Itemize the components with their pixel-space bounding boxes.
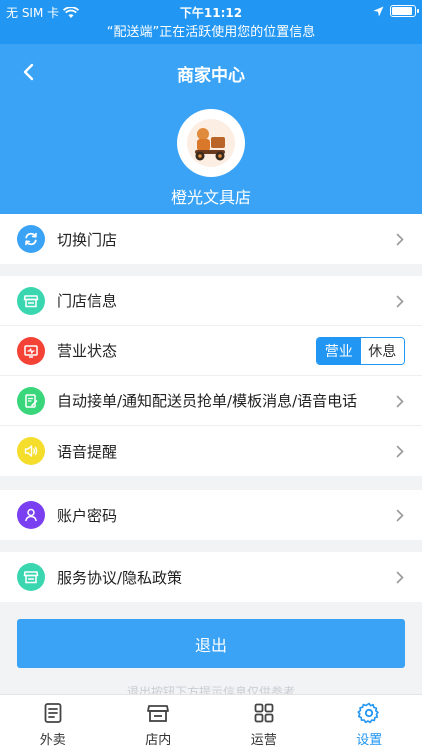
location-banner[interactable]: “配送端”正在活跃使用您的位置信息: [0, 24, 422, 44]
status-time: 下午11:12: [179, 6, 243, 20]
business-status-label: 营业状态: [57, 342, 118, 360]
switch-store-row[interactable]: 切换门店: [0, 214, 422, 264]
account-password-row[interactable]: 账户密码: [0, 490, 422, 540]
header: 商家中心 橙光文具店: [0, 44, 422, 214]
business-status-toggle[interactable]: 营业 休息: [316, 337, 405, 365]
logout-button[interactable]: 退出: [17, 619, 405, 668]
store-info-row[interactable]: 门店信息: [0, 276, 422, 326]
chevron-right-icon: [396, 571, 404, 584]
tab-in-store-label: 店内: [145, 733, 172, 748]
auto-order-row[interactable]: 自动接单/通知配送员抢单/模板消息/语音电话: [0, 376, 422, 426]
tab-in-store[interactable]: 店内: [106, 695, 212, 750]
service-agreement-label: 服务协议/隐私政策: [57, 568, 183, 587]
section-switch-store: 切换门店: [0, 214, 422, 264]
voice-reminder-row[interactable]: 语音提醒: [0, 426, 422, 476]
grid-icon: [254, 703, 274, 723]
chevron-right-icon: [396, 295, 404, 308]
battery-fill: [392, 7, 412, 15]
account-password-label: 账户密码: [57, 506, 118, 525]
switch-store-label: 切换门店: [57, 230, 118, 249]
section-store-settings: 门店信息 营业状态 营业 休息 自动接单/通知配送员抢单/模板消息/语音电话 语…: [0, 276, 422, 476]
chevron-right-icon: [396, 395, 404, 408]
store-name: 橙光文具店: [170, 188, 251, 207]
status-bar: 无 SIM 卡 下午11:12: [0, 0, 422, 24]
page-title: 商家中心: [177, 66, 245, 86]
edit-document-icon: [17, 386, 45, 415]
battery-icon: [390, 5, 419, 17]
tab-settings-label: 设置: [356, 733, 383, 748]
auto-order-label: 自动接单/通知配送员抢单/模板消息/语音电话: [57, 392, 358, 410]
tab-settings[interactable]: 设置: [317, 695, 422, 750]
status-monitor-icon: [17, 336, 45, 365]
chevron-right-icon: [396, 509, 404, 522]
tab-operations[interactable]: 运营: [211, 695, 317, 750]
delivery-rider-logo-icon: [187, 119, 235, 167]
speaker-icon: [17, 437, 45, 465]
tab-bar: 外卖 店内 运营 设置: [0, 694, 422, 750]
storefront-icon: [17, 286, 45, 315]
section-account: 账户密码: [0, 490, 422, 540]
document-icon: [44, 703, 62, 723]
refresh-icon: [17, 225, 45, 253]
voice-reminder-label: 语音提醒: [57, 442, 118, 461]
status-open-option[interactable]: 营业: [317, 338, 361, 364]
business-status-row: 营业状态 营业 休息: [0, 326, 422, 376]
store-info-label: 门店信息: [57, 292, 118, 310]
chevron-right-icon: [396, 233, 404, 246]
user-icon: [17, 501, 45, 529]
service-agreement-row[interactable]: 服务协议/隐私政策: [0, 552, 422, 602]
agreement-icon: [17, 563, 45, 591]
section-agreement: 服务协议/隐私政策: [0, 552, 422, 602]
tab-operations-label: 运营: [250, 733, 277, 748]
store-avatar[interactable]: [177, 109, 245, 177]
store-icon: [147, 705, 170, 722]
status-rest-option[interactable]: 休息: [360, 338, 404, 364]
status-right: [373, 5, 419, 17]
tab-takeaway-label: 外卖: [39, 733, 66, 748]
chevron-right-icon: [396, 445, 404, 458]
gear-icon: [357, 702, 380, 724]
location-arrow-icon: [373, 6, 384, 16]
tab-takeaway[interactable]: 外卖: [0, 695, 106, 750]
